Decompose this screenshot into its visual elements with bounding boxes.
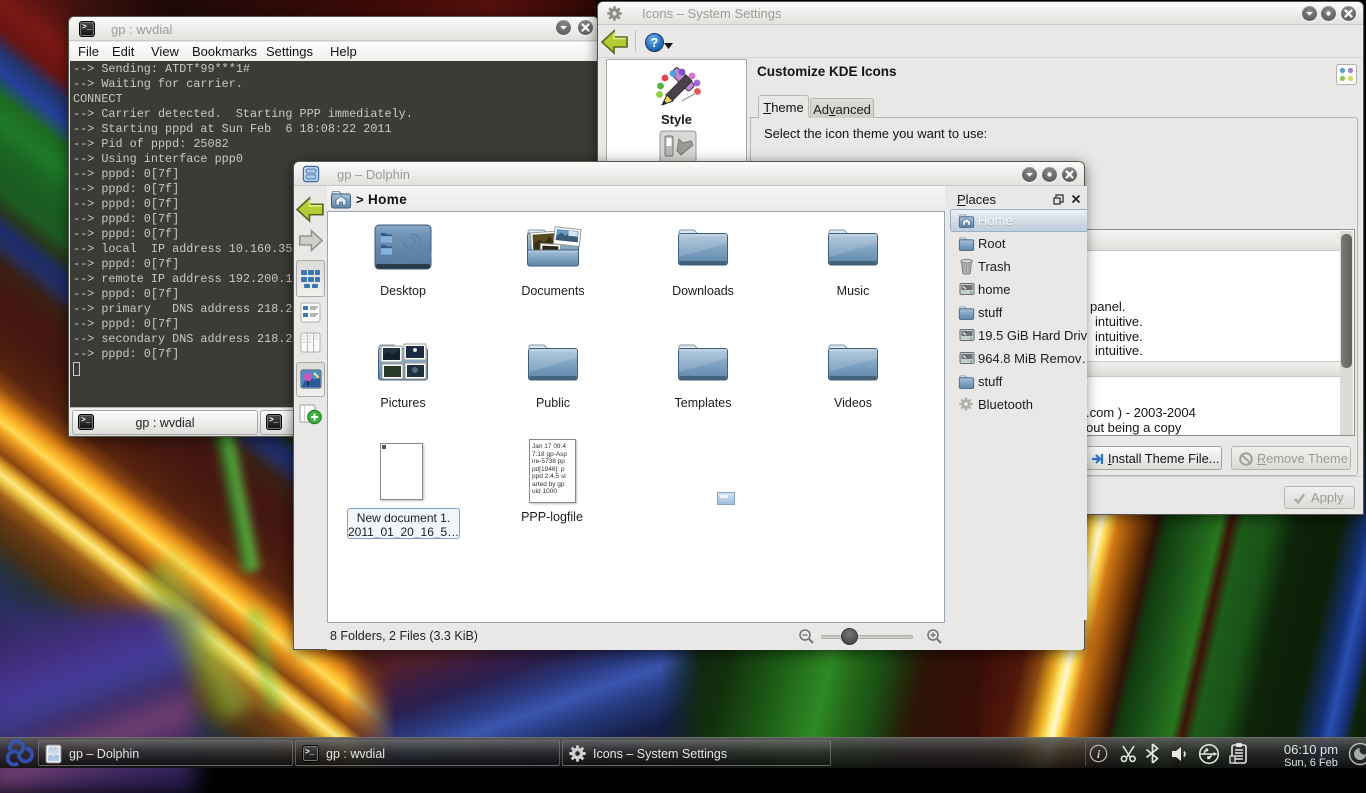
svg-text:i: i xyxy=(1097,747,1101,761)
svg-text:?: ? xyxy=(651,36,659,50)
